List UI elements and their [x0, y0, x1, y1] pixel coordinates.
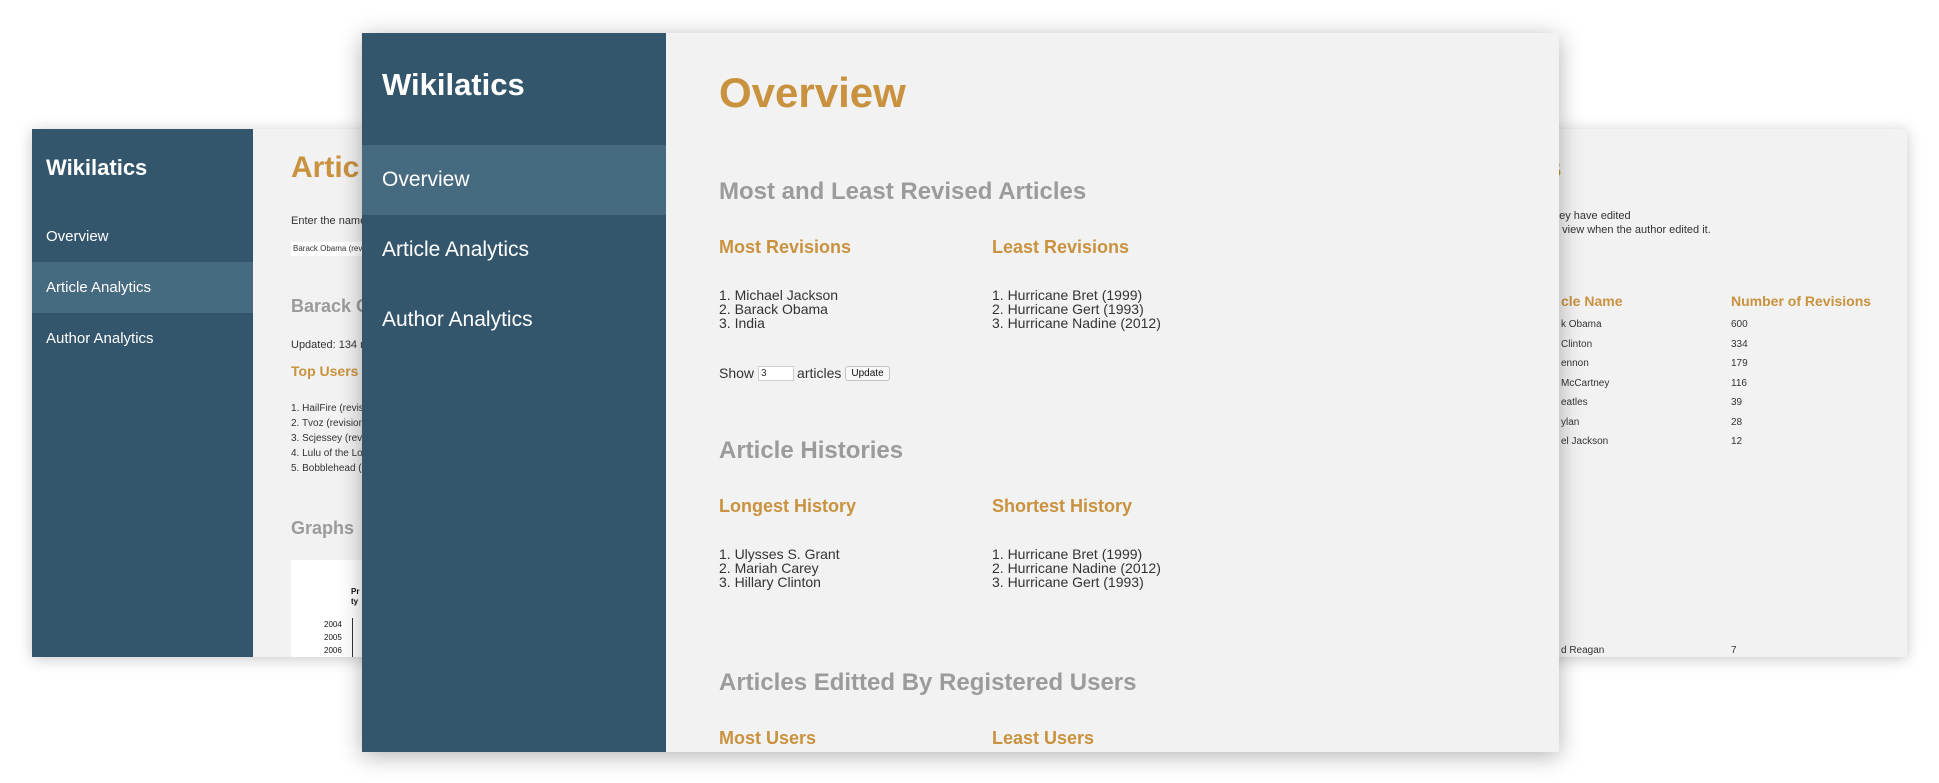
table-cell-article: k Obama	[1561, 319, 1602, 330]
table-row[interactable]: el Jackson 12	[1553, 436, 1873, 452]
least-users-heading: Least Users	[992, 728, 1095, 748]
y-tick-label: 2005	[324, 633, 342, 642]
sidebar-item-article-analytics[interactable]: Article Analytics	[362, 215, 666, 285]
page-title: Overview	[719, 69, 906, 116]
brand-logo: Wikilatics	[46, 155, 148, 180]
list-item[interactable]: 1. HailFire (revisi	[291, 401, 369, 416]
table-cell-article: d Reagan	[1561, 645, 1605, 656]
y-tick-label: 2006	[324, 646, 342, 655]
least-revisions-list: 1. Hurricane Bret (1999) 2. Hurricane Ge…	[992, 288, 1161, 330]
shortest-history-list: 1. Hurricane Bret (1999) 2. Hurricane Na…	[992, 547, 1161, 589]
brand-logo: Wikilatics	[382, 67, 525, 102]
list-item[interactable]: 2. Barack Obama	[719, 302, 838, 316]
instruction-line: hey have edited	[1553, 210, 1631, 222]
table-row[interactable]: ylan 28	[1553, 417, 1873, 433]
table-cell-count: 28	[1731, 417, 1743, 428]
list-item[interactable]: 3. Hillary Clinton	[719, 575, 840, 589]
sidebar-item-author-analytics[interactable]: Author Analytics	[32, 313, 253, 364]
table-cell-article: Clinton	[1561, 339, 1593, 350]
table-cell-article: el Jackson	[1561, 436, 1609, 447]
longest-history-list: 1. Ulysses S. Grant 2. Mariah Carey 3. H…	[719, 547, 840, 589]
list-item[interactable]: 1. Hurricane Bret (1999)	[992, 288, 1161, 302]
list-item[interactable]: 2. Tvoz (revision	[291, 416, 369, 431]
sidebar-item-article-analytics[interactable]: Article Analytics	[32, 262, 253, 313]
updated-text: Updated: 134 re	[291, 339, 370, 351]
table-cell-count: 7	[1731, 645, 1737, 656]
graphs-heading: Graphs	[291, 518, 355, 538]
article-count-input[interactable]: 3	[758, 365, 795, 381]
column-header-article-name: cle Name	[1561, 293, 1623, 309]
most-revisions-list: 1. Michael Jackson 2. Barack Obama 3. In…	[719, 288, 838, 330]
longest-history-heading: Longest History	[719, 496, 857, 516]
show-label: Show	[719, 365, 755, 381]
column-header-revisions: Number of Revisions	[1731, 293, 1872, 309]
least-revisions-heading: Least Revisions	[992, 237, 1130, 257]
table-row[interactable]: ennon 179	[1553, 358, 1873, 374]
overview-window: Wikilatics Overview Article Analytics Au…	[362, 33, 1559, 752]
revision-chart: Pr ty 2004 2005 2006	[291, 560, 371, 657]
update-button[interactable]: Update	[845, 365, 890, 381]
sidebar-item-overview[interactable]: Overview	[32, 211, 253, 262]
list-item[interactable]: 3. Scjessey (revis	[291, 431, 369, 446]
list-item[interactable]: 1. Ulysses S. Grant	[719, 547, 840, 561]
table-cell-count: 600	[1731, 319, 1748, 330]
y-axis-line	[352, 618, 353, 657]
top-users-list: 1. HailFire (revisi 2. Tvoz (revision 3.…	[291, 401, 369, 476]
articles-label: articles	[797, 365, 842, 381]
list-item[interactable]: 4. Lulu of the Lo	[291, 446, 369, 461]
left-sidebar: Wikilatics Overview Article Analytics Au…	[32, 129, 253, 657]
table-cell-count: 179	[1731, 358, 1748, 369]
chart-title-line: ty	[351, 597, 359, 606]
section-title-article-histories: Article Histories	[719, 437, 904, 464]
table-cell-article: McCartney	[1561, 378, 1610, 389]
instruction-line: o view when the author edited it.	[1553, 224, 1711, 236]
table-cell-article: eatles	[1561, 397, 1588, 408]
y-tick-label: 2004	[324, 620, 342, 629]
section-title-revised-articles: Most and Least Revised Articles	[719, 178, 1087, 205]
table-row[interactable]: eatles 39	[1553, 397, 1873, 413]
list-item[interactable]: 3. Hurricane Nadine (2012)	[992, 316, 1161, 330]
sidebar-item-overview[interactable]: Overview	[362, 145, 666, 215]
list-item[interactable]: 2. Hurricane Nadine (2012)	[992, 561, 1161, 575]
most-users-heading: Most Users	[719, 728, 817, 748]
table-row[interactable]: McCartney 116	[1553, 378, 1873, 394]
shortest-history-heading: Shortest History	[992, 496, 1133, 516]
overview-content: Overview Most and Least Revised Articles…	[666, 33, 1559, 752]
table-cell-article: ylan	[1561, 417, 1580, 428]
most-revisions-heading: Most Revisions	[719, 237, 852, 257]
table-row[interactable]: k Obama 600	[1553, 319, 1873, 335]
table-row[interactable]: Clinton 334	[1553, 339, 1873, 355]
table-cell-count: 12	[1731, 436, 1743, 447]
sidebar-item-author-analytics[interactable]: Author Analytics	[362, 285, 666, 355]
list-item[interactable]: 3. India	[719, 316, 838, 330]
list-item[interactable]: 2. Mariah Carey	[719, 561, 840, 575]
table-cell-article: ennon	[1561, 358, 1589, 369]
article-heading: Barack O	[291, 296, 371, 316]
list-item[interactable]: 1. Michael Jackson	[719, 288, 838, 302]
top-users-heading: Top Users	[291, 363, 359, 379]
page-title: Artic	[291, 151, 360, 184]
list-item[interactable]: 5. Bobblehead (	[291, 461, 369, 476]
main-sidebar: Wikilatics Overview Article Analytics Au…	[362, 33, 666, 752]
list-item[interactable]: 2. Hurricane Gert (1993)	[992, 302, 1161, 316]
table-cell-count: 116	[1731, 378, 1747, 389]
table-row[interactable]: d Reagan 7	[1553, 645, 1873, 657]
list-item[interactable]: 1. Hurricane Bret (1999)	[992, 547, 1161, 561]
table-cell-count: 334	[1731, 339, 1748, 350]
section-title-registered-users: Articles Editted By Registered Users	[719, 669, 1137, 696]
table-cell-count: 39	[1731, 397, 1743, 408]
search-prompt: Enter the name	[291, 215, 367, 227]
chart-title-line: Pr	[351, 587, 360, 596]
list-item[interactable]: 3. Hurricane Gert (1993)	[992, 575, 1161, 589]
show-articles-control: Show 3 articles Update	[719, 365, 890, 381]
